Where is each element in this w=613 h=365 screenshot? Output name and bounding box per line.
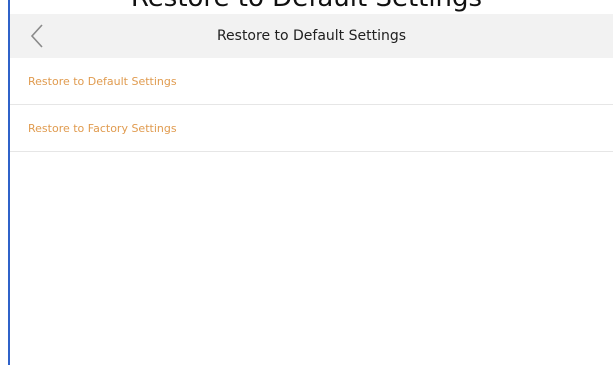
page-title: Restore to Default Settings bbox=[216, 28, 407, 44]
restore-default-settings-item[interactable]: Restore to Default Settings bbox=[10, 58, 613, 105]
restore-default-settings-label: Restore to Default Settings bbox=[28, 74, 177, 88]
restore-factory-settings-label: Restore to Factory Settings bbox=[28, 121, 177, 135]
back-button[interactable] bbox=[20, 19, 54, 53]
previous-page-cropped-area: Restore to Default Settings bbox=[0, 0, 613, 14]
page-header: Restore to Default Settings bbox=[10, 14, 613, 58]
restore-options-list: Restore to Default Settings Restore to F… bbox=[10, 58, 613, 365]
restore-factory-settings-item[interactable]: Restore to Factory Settings bbox=[10, 105, 613, 152]
previous-page-title-fragment: Restore to Default Settings bbox=[0, 0, 613, 12]
app-window: Restore to Default Settings Restore to D… bbox=[0, 0, 613, 365]
chevron-left-icon bbox=[30, 24, 43, 48]
